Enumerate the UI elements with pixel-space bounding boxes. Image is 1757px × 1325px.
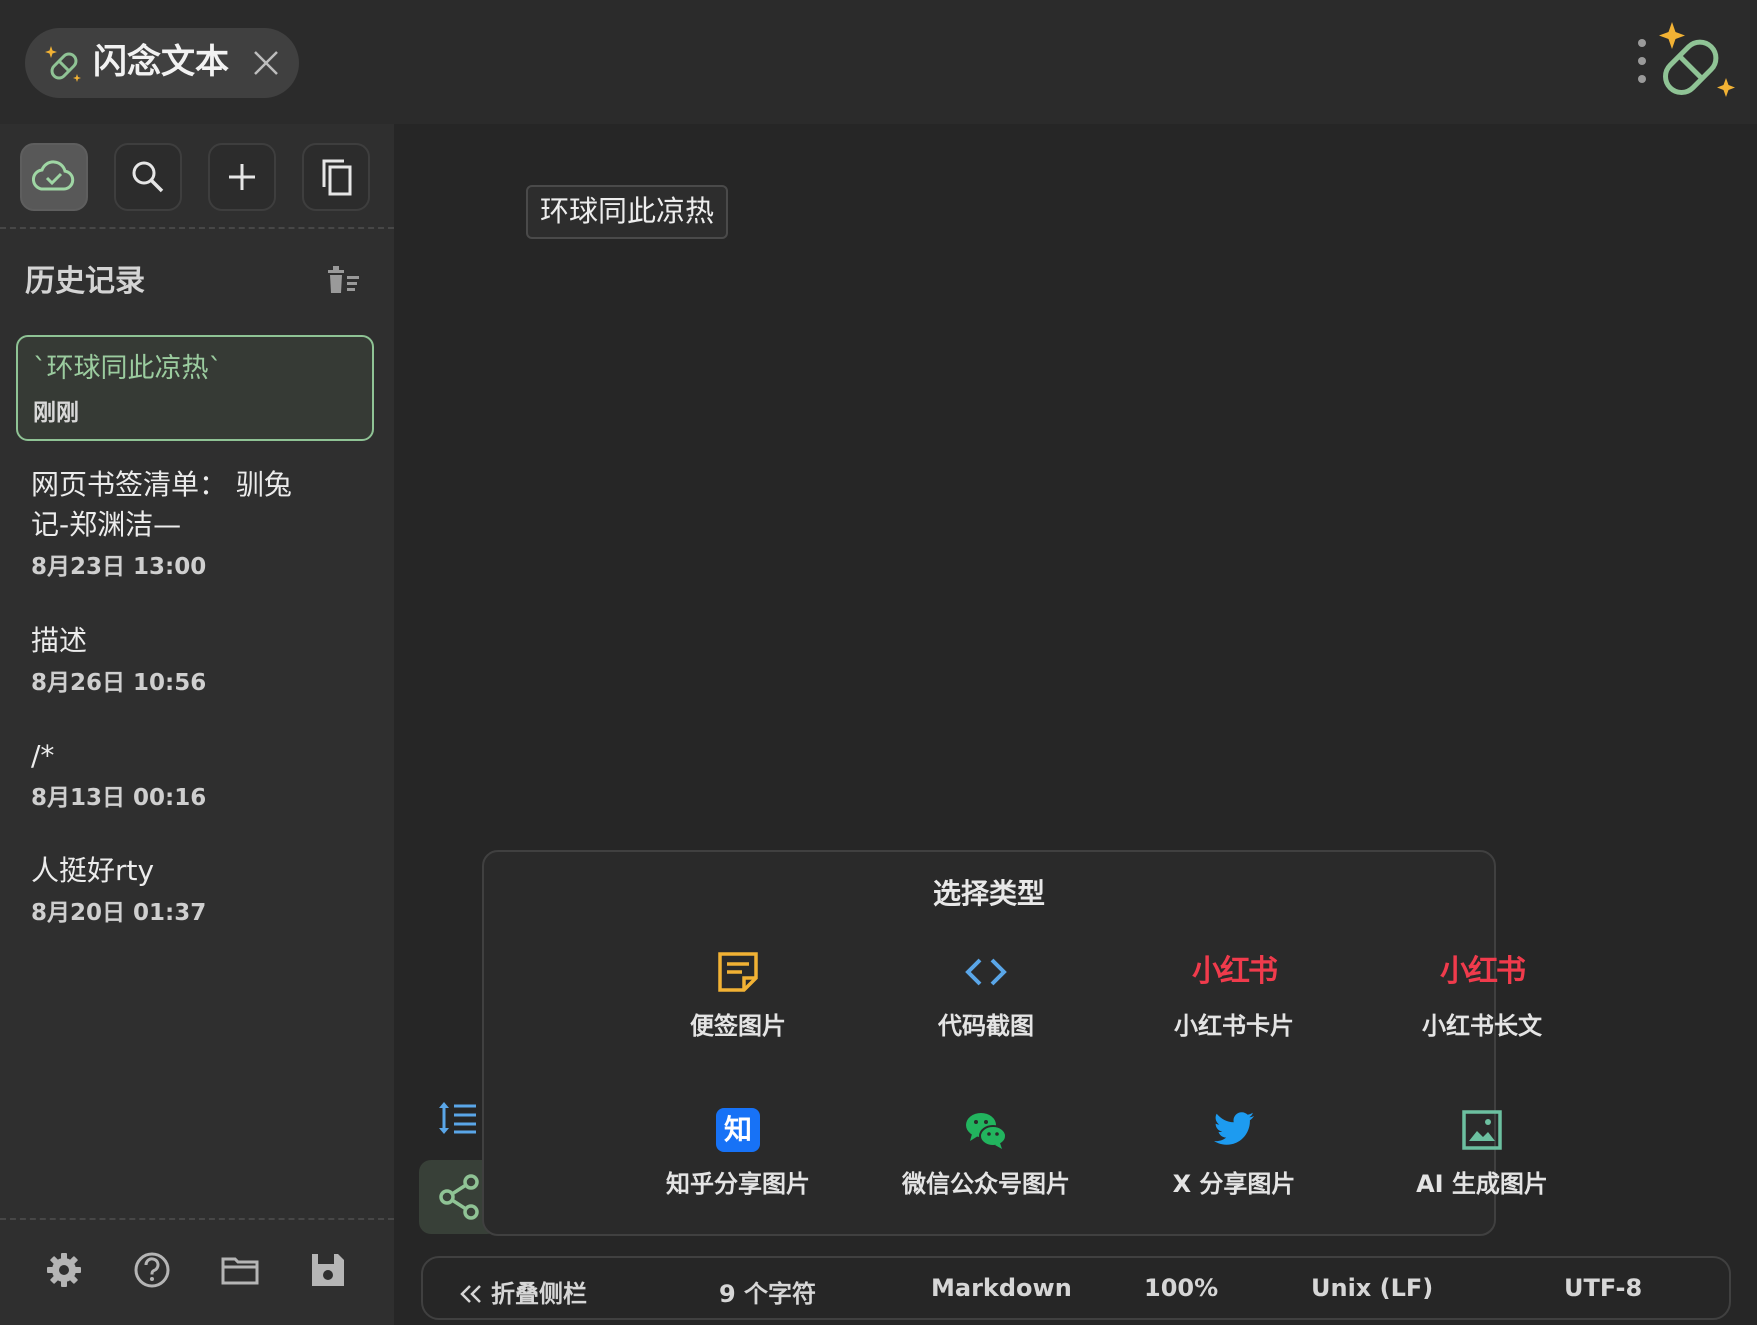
clear-history-icon[interactable] (324, 262, 364, 296)
title-bar: 闪念文本 (0, 0, 1757, 124)
history-item-date: 8月13日 00:16 (31, 785, 207, 811)
line-spacing-icon[interactable] (436, 1096, 480, 1140)
history-item-text: 描述 (31, 624, 88, 657)
double-chevron-left-icon (460, 1285, 481, 1303)
history-item[interactable]: `环球同此凉热` 刚刚 (16, 335, 374, 441)
cloud-check-icon (32, 160, 75, 191)
language-mode[interactable]: Markdown (931, 1274, 1072, 1302)
status-bar: 折叠侧栏 9 个字符 Markdown 100% Unix (LF) UTF-8 (421, 1256, 1731, 1320)
divider (0, 227, 394, 229)
zoom-level[interactable]: 100% (1144, 1274, 1218, 1302)
divider (0, 1218, 394, 1220)
option-zhihu[interactable]: 知 知乎分享图片 (618, 1108, 858, 1218)
new-note-button[interactable] (208, 143, 276, 211)
option-label: 知乎分享图片 (666, 1170, 810, 1198)
history-item[interactable]: 描述 8月26日 10:56 (16, 621, 374, 697)
collapse-sidebar-button[interactable]: 折叠侧栏 (459, 1274, 587, 1309)
option-ai-image[interactable]: AI 生成图片 (1362, 1108, 1602, 1218)
search-icon (132, 161, 164, 193)
share-type-popup: 选择类型 便签图片 代码截图 小红书 小红书卡片 小红书 小红书长文 知 知乎分… (482, 850, 1548, 1236)
sticky-note-icon (718, 952, 758, 992)
collapse-sidebar-label: 折叠侧栏 (491, 1280, 587, 1308)
close-icon[interactable] (251, 48, 281, 78)
zhihu-icon: 知 (716, 1108, 760, 1152)
zhihu-logo-text: 知 (723, 1113, 752, 1146)
xiaohongshu-logo: 小红书 (1440, 954, 1526, 989)
history-item-text: /* (31, 739, 55, 772)
sidebar: 历史记录 `环球同此凉热` 刚刚 网页书签清单： 驯兔记-郑渊洁— 8月23日 … (0, 124, 394, 1325)
option-label: AI 生成图片 (1416, 1170, 1548, 1198)
history-item[interactable]: 网页书签清单： 驯兔记-郑渊洁— 8月23日 13:00 (16, 465, 374, 581)
option-xiaohongshu-card[interactable]: 小红书 小红书卡片 (1114, 950, 1354, 1060)
option-label: 代码截图 (938, 1012, 1034, 1040)
history-item-date: 刚刚 (33, 400, 79, 426)
option-sticky-note[interactable]: 便签图片 (618, 950, 858, 1060)
image-icon (1462, 1110, 1502, 1150)
copy-icon (322, 159, 352, 196)
xiaohongshu-logo: 小红书 (1192, 954, 1278, 989)
history-item-text: 人挺好rty (31, 854, 155, 887)
editor-content[interactable]: 环球同此凉热 (526, 185, 729, 239)
history-item-date: 8月20日 01:37 (31, 900, 207, 926)
search-button[interactable] (114, 143, 182, 211)
option-xiaohongshu-long[interactable]: 小红书 小红书长文 (1362, 950, 1602, 1060)
twitter-bird-icon (1214, 1112, 1254, 1145)
option-code-screenshot[interactable]: 代码截图 (866, 950, 1106, 1060)
app-pill-icon (45, 46, 81, 82)
tab-title: 闪念文本 (93, 42, 229, 82)
gear-icon[interactable] (44, 1250, 84, 1290)
history-item-date: 8月26日 10:56 (31, 670, 207, 696)
code-icon (965, 958, 1007, 986)
option-label: 小红书长文 (1422, 1012, 1542, 1040)
popup-title: 选择类型 (932, 877, 1045, 910)
copy-button[interactable] (302, 143, 370, 211)
history-item[interactable]: /* 8月13日 00:16 (16, 736, 374, 812)
option-label: X 分享图片 (1172, 1170, 1296, 1198)
line-ending[interactable]: Unix (LF) (1311, 1274, 1433, 1302)
history-item-text: 网页书签清单： 驯兔记-郑渊洁— (31, 468, 292, 541)
sync-button[interactable] (20, 143, 88, 211)
history-item[interactable]: 人挺好rty 8月20日 01:37 (16, 851, 374, 927)
history-item-text: `环球同此凉热` (33, 353, 222, 384)
wechat-icon (966, 1113, 1007, 1149)
history-item-date: 8月23日 13:00 (31, 554, 207, 580)
plus-icon (229, 164, 255, 190)
option-label: 小红书卡片 (1174, 1012, 1294, 1040)
folder-icon[interactable] (220, 1250, 260, 1290)
help-icon[interactable] (132, 1250, 172, 1290)
app-logo (1659, 22, 1735, 97)
save-icon[interactable] (308, 1250, 348, 1290)
history-heading: 历史记录 (25, 264, 145, 299)
option-x[interactable]: X 分享图片 (1114, 1108, 1354, 1218)
document-tab[interactable]: 闪念文本 (25, 28, 299, 98)
option-label: 便签图片 (690, 1012, 786, 1040)
encoding[interactable]: UTF-8 (1564, 1274, 1642, 1302)
option-wechat[interactable]: 微信公众号图片 (866, 1108, 1106, 1218)
char-count: 9 个字符 (719, 1280, 817, 1308)
option-label: 微信公众号图片 (902, 1170, 1070, 1198)
